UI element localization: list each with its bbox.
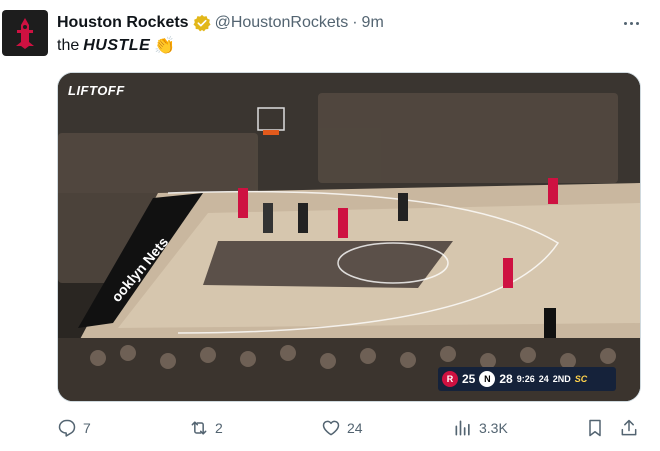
rockets-team-logo-icon: R xyxy=(442,371,458,387)
bookmark-icon xyxy=(589,419,601,437)
reply-button[interactable]: 7 xyxy=(57,414,91,442)
avatar[interactable] xyxy=(2,10,48,56)
bookmark-button[interactable] xyxy=(585,414,605,442)
heart-icon xyxy=(322,420,340,436)
more-dot-icon xyxy=(629,21,633,25)
like-button[interactable]: 24 xyxy=(321,414,363,442)
reply-count: 7 xyxy=(83,420,91,436)
more-dot-icon xyxy=(635,21,639,25)
tweet-header: Houston Rockets @HoustonRockets · 9m xyxy=(57,12,384,34)
like-count: 24 xyxy=(347,420,363,436)
game-period: 2ND xyxy=(552,374,571,384)
tweet-text: the HUSTLE 👏 xyxy=(57,36,175,56)
more-options-button[interactable] xyxy=(620,12,642,34)
tweet-actions: 7 2 24 3.3K xyxy=(57,414,641,442)
game-clock: 9:26 xyxy=(516,374,535,384)
nets-team-logo-icon: N xyxy=(479,371,496,387)
timestamp[interactable]: 9m xyxy=(362,14,384,32)
share-button[interactable] xyxy=(619,414,639,442)
repost-icon xyxy=(191,421,207,435)
video-media[interactable]: ooklyn Nets LIFTOFF R 25 N 28 9:26 24 2N… xyxy=(57,72,641,402)
clapping-hands-emoji: 👏 xyxy=(154,36,176,55)
view-count: 3.3K xyxy=(479,420,508,436)
separator-dot: · xyxy=(352,14,358,31)
tweet-card[interactable]: Houston Rockets @HoustonRockets · 9m the… xyxy=(0,0,660,451)
liftoff-brand-label: LIFTOFF xyxy=(68,83,125,98)
basketball-game-frame: ooklyn Nets xyxy=(58,73,640,401)
network-logo: SC xyxy=(574,374,588,384)
repost-count: 2 xyxy=(215,420,223,436)
more-dot-icon xyxy=(623,21,627,25)
shot-clock: 24 xyxy=(538,374,549,384)
tweet-text-emphasis: HUSTLE xyxy=(83,37,151,54)
verified-badge-icon[interactable] xyxy=(193,14,211,32)
display-name[interactable]: Houston Rockets xyxy=(57,14,189,32)
home-score: 25 xyxy=(462,372,476,386)
repost-button[interactable]: 2 xyxy=(189,414,223,442)
user-handle[interactable]: @HoustonRockets xyxy=(215,14,349,32)
views-button[interactable]: 3.3K xyxy=(453,414,508,442)
rockets-logo-icon xyxy=(16,18,34,49)
reply-icon xyxy=(58,419,76,437)
share-icon xyxy=(621,419,637,436)
tweet-text-prefix: the xyxy=(57,37,80,54)
away-score: 28 xyxy=(499,372,513,386)
analytics-bar-icon xyxy=(455,420,470,436)
game-scorebug: R 25 N 28 9:26 24 2ND SC xyxy=(438,367,616,391)
